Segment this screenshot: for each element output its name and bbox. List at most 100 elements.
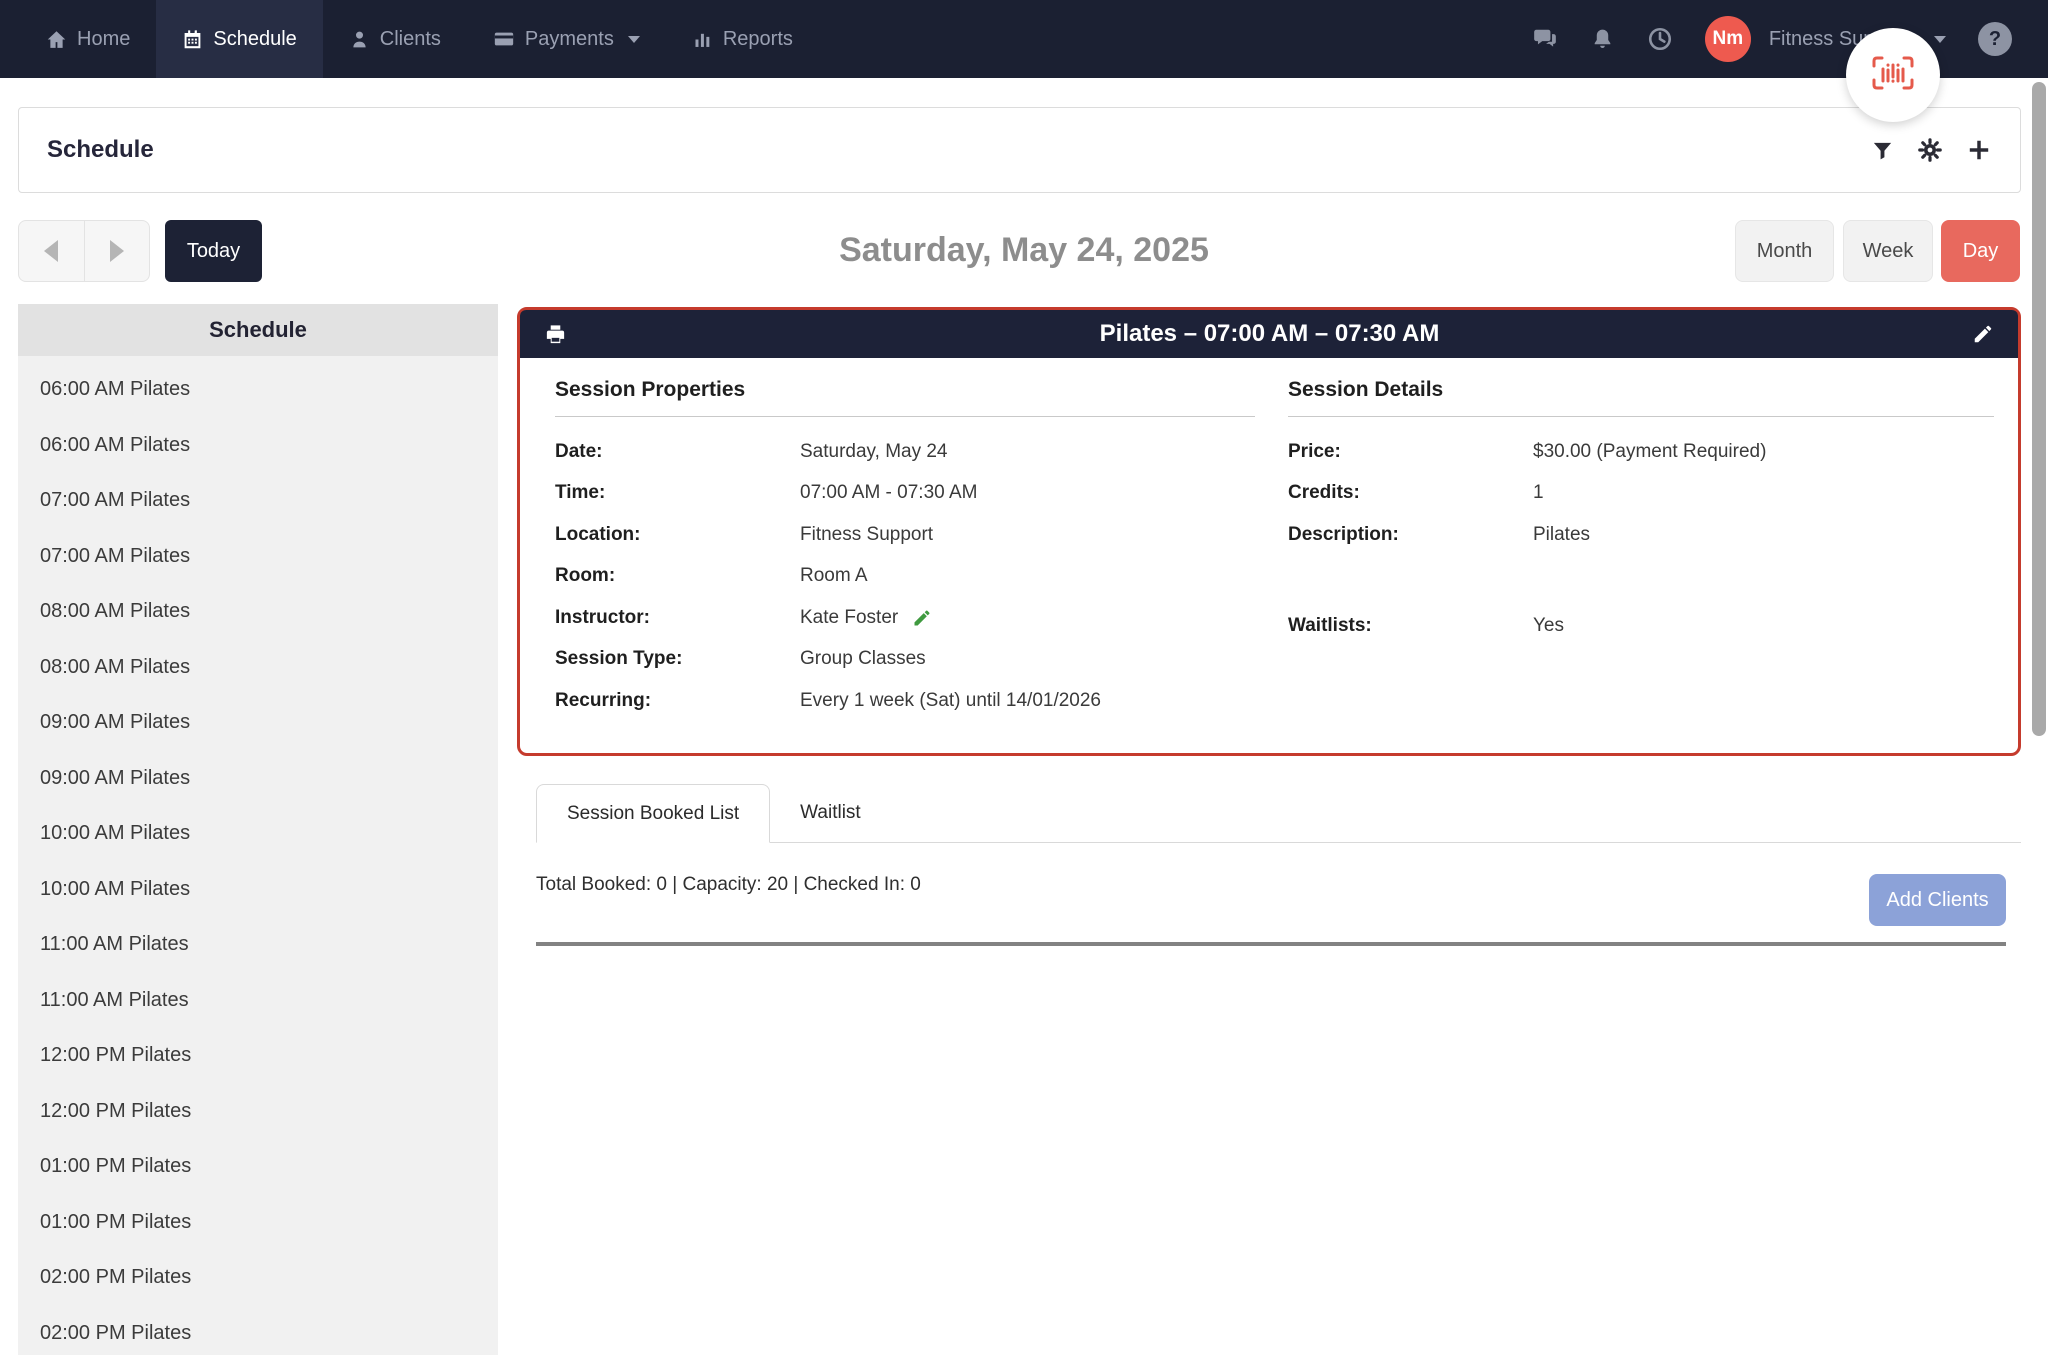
bar-chart-icon [692,29,713,50]
sidebar-title: Schedule [18,304,498,356]
print-icon[interactable] [544,323,567,346]
chevron-down-icon [1934,36,1946,43]
page-header-actions [1871,137,1992,163]
list-item[interactable]: 08:00 AM Pilates [18,640,498,696]
detail-value: 1 [1533,482,1544,504]
chat-icon[interactable] [1532,26,1558,52]
list-item[interactable]: 01:00 PM Pilates [18,1139,498,1195]
property-value: Group Classes [800,648,926,670]
detail-row: Waitlists: Yes [1288,606,1994,648]
sidebar-session-list: 06:00 AM Pilates 06:00 AM Pilates 07:00 … [18,356,498,1355]
property-value: Kate Foster [800,607,898,629]
list-item[interactable]: 06:00 AM Pilates [18,418,498,474]
detail-value: Yes [1533,615,1564,637]
list-item[interactable]: 08:00 AM Pilates [18,584,498,640]
filter-icon[interactable] [1871,139,1894,162]
property-value: 07:00 AM - 07:30 AM [800,482,977,504]
add-clients-button[interactable]: Add Clients [1869,874,2006,926]
session-details-section: Session Details Price: $30.00 (Payment R… [1288,376,1994,647]
nav-item-payments[interactable]: Payments [467,0,666,78]
list-item[interactable]: 12:00 PM Pilates [18,1084,498,1140]
calendar-icon [182,29,203,50]
nav-item-label: Home [77,28,130,51]
list-divider [536,942,2006,946]
person-icon [349,29,370,50]
list-item[interactable]: 02:00 PM Pilates [18,1250,498,1306]
detail-row: Price: $30.00 (Payment Required) [1288,431,1994,473]
property-label: Date: [555,441,800,463]
plus-icon[interactable] [1966,137,1992,163]
list-item[interactable]: 10:00 AM Pilates [18,806,498,862]
detail-label: Waitlists: [1288,615,1533,637]
property-label: Recurring: [555,690,800,712]
credit-card-icon [493,28,515,50]
help-glyph: ? [1989,28,2001,51]
property-row: Room: Room A [555,556,1255,598]
nav-item-reports[interactable]: Reports [666,0,819,78]
clock-icon[interactable] [1647,26,1673,52]
spacer [1288,556,1994,606]
nav-item-home[interactable]: Home [20,0,156,78]
list-item[interactable]: 09:00 AM Pilates [18,751,498,807]
nav-item-schedule[interactable]: Schedule [156,0,322,78]
session-properties-section: Session Properties Date: Saturday, May 2… [555,376,1255,722]
top-navbar: Home Schedule Clients Payments [0,0,2048,78]
view-week-button[interactable]: Week [1843,220,1933,282]
tab-session-booked-list[interactable]: Session Booked List [536,784,770,843]
list-item[interactable]: 10:00 AM Pilates [18,862,498,918]
list-item[interactable]: 11:00 AM Pilates [18,917,498,973]
edit-instructor-icon[interactable] [912,608,932,628]
list-item[interactable]: 02:00 PM Pilates [18,1306,498,1355]
home-icon [46,29,67,50]
avatar-initials: Nm [1713,28,1744,50]
property-label: Session Type: [555,648,800,670]
navbar-actions: Nm Fitness Support . ? [1532,0,2012,78]
scrollbar-thumb[interactable] [2032,82,2046,736]
property-label: Location: [555,524,800,546]
list-item[interactable]: 11:00 AM Pilates [18,973,498,1029]
property-value: Every 1 week (Sat) until 14/01/2026 [800,690,1101,712]
main-nav: Home Schedule Clients Payments [20,0,819,78]
list-item[interactable]: 06:00 AM Pilates [18,362,498,418]
property-value: Saturday, May 24 [800,441,948,463]
nav-item-clients[interactable]: Clients [323,0,467,78]
property-row: Recurring: Every 1 week (Sat) until 14/0… [555,680,1255,722]
gear-icon[interactable] [1918,138,1942,162]
property-row: Session Type: Group Classes [555,639,1255,681]
page-title: Schedule [47,136,154,164]
list-item[interactable]: 12:00 PM Pilates [18,1028,498,1084]
view-day-button[interactable]: Day [1941,220,2020,282]
list-item[interactable]: 07:00 AM Pilates [18,473,498,529]
list-item[interactable]: 09:00 AM Pilates [18,695,498,751]
app-window: Home Schedule Clients Payments [0,0,2048,1355]
property-value: Room A [800,565,868,587]
detail-label: Price: [1288,441,1533,463]
property-label: Time: [555,482,800,504]
tab-waitlist[interactable]: Waitlist [770,784,891,842]
booked-list-tabs: Session Booked List Waitlist [536,784,2021,843]
chevron-down-icon [628,36,640,43]
property-label: Instructor: [555,607,800,629]
property-label: Room: [555,565,800,587]
property-value: Fitness Support [800,524,933,546]
detail-row: Credits: 1 [1288,473,1994,515]
section-divider [1288,416,1994,417]
session-title: Pilates – 07:00 AM – 07:30 AM [567,320,1972,348]
avatar[interactable]: Nm [1705,16,1751,62]
page-header-card: Schedule [18,107,2021,193]
nav-item-label: Clients [380,28,441,51]
section-heading: Session Details [1288,376,1994,404]
view-month-button[interactable]: Month [1735,220,1834,282]
list-item[interactable]: 07:00 AM Pilates [18,529,498,585]
nav-item-label: Schedule [213,28,296,51]
edit-session-icon[interactable] [1972,323,1994,345]
property-row-instructor: Instructor: Kate Foster [555,597,1255,639]
section-heading: Session Properties [555,376,1255,404]
help-icon[interactable]: ? [1978,22,2012,56]
list-item[interactable]: 01:00 PM Pilates [18,1195,498,1251]
bell-icon[interactable] [1590,27,1615,52]
booked-summary: Total Booked: 0 | Capacity: 20 | Checked… [536,872,921,898]
barcode-scan-button[interactable] [1846,28,1940,122]
session-detail-card: Pilates – 07:00 AM – 07:30 AM Session Pr… [517,307,2021,756]
nav-item-label: Payments [525,28,614,51]
